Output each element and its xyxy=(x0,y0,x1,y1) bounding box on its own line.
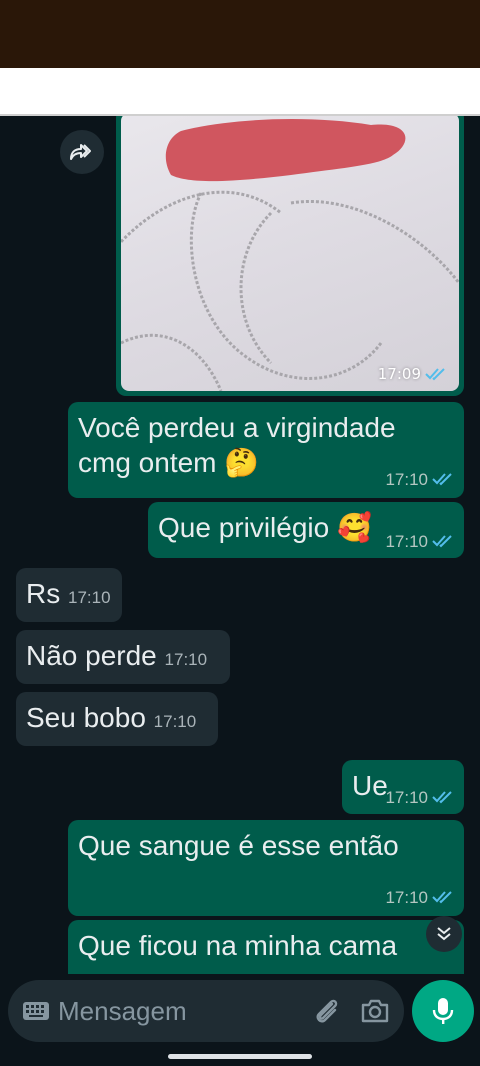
status-bar xyxy=(0,0,480,68)
message-text: Rs xyxy=(26,578,61,609)
message-composer[interactable]: Mensagem xyxy=(8,980,404,1042)
message-text: Não perde xyxy=(26,640,157,671)
double-check-icon xyxy=(425,368,445,381)
paperclip-icon[interactable] xyxy=(312,996,342,1026)
message-bubble-incoming[interactable]: Não perde 17:10 xyxy=(16,630,230,684)
mic-button[interactable] xyxy=(412,980,474,1042)
message-bubble-outgoing[interactable]: Você perdeu a virgindade cmg ontem 🤔 17:… xyxy=(68,402,464,498)
camera-icon[interactable] xyxy=(360,998,390,1024)
message-meta: 17:10 xyxy=(385,469,454,490)
forward-icon xyxy=(70,144,91,160)
message-meta: 17:10 xyxy=(385,787,454,808)
message-text: Seu bobo xyxy=(26,702,146,733)
photo-thumbnail[interactable]: 17:09 xyxy=(121,116,459,391)
image-timestamp: 17:09 xyxy=(378,365,447,383)
double-check-icon xyxy=(432,535,452,548)
message-meta: 17:10 xyxy=(385,531,454,552)
keyboard-icon[interactable] xyxy=(22,1001,50,1021)
message-bubble-outgoing[interactable]: Que sangue é esse então 17:10 xyxy=(68,820,464,916)
message-text: Você perdeu a virgindade cmg ontem 🤔 xyxy=(78,412,396,478)
double-check-icon xyxy=(432,791,452,804)
message-bubble-outgoing[interactable]: Que privilégio 🥰 17:10 xyxy=(148,502,464,558)
home-indicator[interactable] xyxy=(168,1054,312,1059)
chevron-double-down-icon xyxy=(437,927,451,941)
message-bubble-outgoing[interactable]: Que ficou na minha cama xyxy=(68,920,464,974)
forward-button[interactable] xyxy=(60,130,104,174)
scroll-to-bottom-button[interactable] xyxy=(426,916,462,952)
message-time: 17:10 xyxy=(153,712,197,731)
message-text: Que sangue é esse então xyxy=(78,830,399,861)
message-bubble-outgoing[interactable]: Ue 17:10 xyxy=(342,760,464,814)
message-text: Que ficou na minha cama xyxy=(78,930,398,961)
message-list[interactable]: 17:09 Você perdeu a virgindade cmg ontem… xyxy=(0,116,480,974)
message-bubble-incoming[interactable]: Seu bobo 17:10 xyxy=(16,692,218,746)
chat-header xyxy=(0,68,480,116)
message-text: Que privilégio 🥰 xyxy=(158,512,372,543)
double-check-icon xyxy=(432,473,452,486)
double-check-icon xyxy=(432,891,452,904)
microphone-icon xyxy=(432,998,454,1024)
message-text: Ue xyxy=(352,770,388,801)
image-message[interactable]: 17:09 xyxy=(116,116,464,396)
message-time: 17:10 xyxy=(164,650,208,669)
message-bubble-incoming[interactable]: Rs 17:10 xyxy=(16,568,122,622)
message-meta: 17:10 xyxy=(385,887,454,908)
message-time: 17:10 xyxy=(68,588,111,607)
message-input[interactable]: Mensagem xyxy=(58,996,312,1027)
